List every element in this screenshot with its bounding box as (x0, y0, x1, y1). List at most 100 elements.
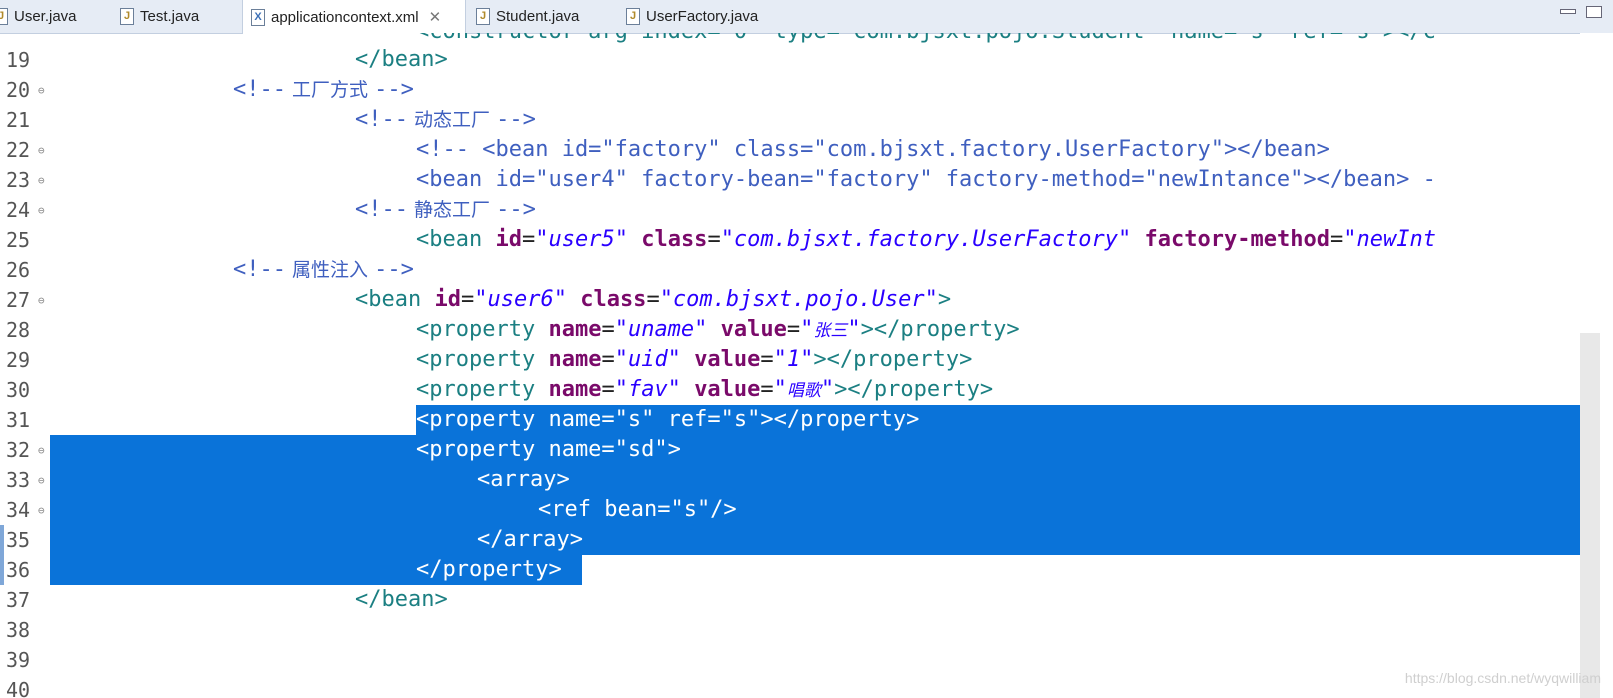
fold-icon[interactable]: ⊖ (38, 85, 45, 96)
code-line: 38 (0, 615, 1613, 645)
code-fragment: = (646, 287, 660, 312)
code-text: <array> (477, 465, 570, 495)
editor-tab-bar: J User.java J Test.java X applicationcon… (0, 0, 1613, 34)
line-number: 25 (6, 228, 31, 252)
code-fragment: </array> (477, 527, 583, 552)
code-text: <property name="s" ref="s"></property> (416, 405, 919, 435)
code-fragment: name (548, 377, 602, 402)
tab-userfactory-java[interactable]: J UserFactory.java (626, 0, 758, 33)
xml-file-icon: X (251, 8, 265, 26)
code-line: 40 (0, 675, 1613, 698)
fold-icon[interactable]: ⊖ (38, 505, 45, 516)
code-text: <!-- <bean id="factory" class="com.bjsxt… (416, 135, 1330, 165)
code-fragment: " (773, 377, 787, 402)
line-number: 19 (6, 48, 31, 72)
java-file-icon: J (120, 8, 134, 25)
code-fragment: "user5" (535, 227, 628, 252)
code-fragment: name (548, 317, 602, 342)
fold-icon[interactable]: ⊖ (38, 145, 45, 156)
code-line: 23 ⊖ <bean id="user4" factory-bean="fact… (0, 165, 1613, 195)
code-fragment: 静态工厂 (407, 199, 497, 221)
code-line: 25 <bean id="user5" class="com.bjsxt.fac… (0, 225, 1613, 255)
scrollbar-thumb[interactable] (1580, 333, 1600, 698)
code-fragment: <property (416, 377, 536, 402)
tab-label: UserFactory.java (646, 8, 759, 25)
line-number: 33 (6, 468, 31, 492)
change-marker (0, 555, 4, 585)
line-number: 26 (6, 258, 31, 282)
code-text: <bean id="user6" class="com.bjsxt.pojo.U… (355, 285, 951, 315)
code-fragment: "newInt (1343, 227, 1436, 252)
code-fragment: 张三 (813, 321, 848, 341)
code-text: <property name="uid" value="1"></propert… (416, 345, 972, 375)
minimize-icon[interactable] (1560, 9, 1576, 14)
code-fragment: --> (496, 107, 536, 132)
code-fragment: = (786, 317, 801, 342)
code-line: 21 <!-- 动态工厂 --> (0, 105, 1613, 135)
line-number: 40 (6, 678, 31, 698)
code-fragment: 工厂方式 (285, 79, 375, 101)
xml-editor[interactable]: <constructor-arg index="0" type="com.bjs… (0, 33, 1613, 698)
close-icon[interactable]: ✕ (429, 8, 442, 26)
tab-student-java[interactable]: J Student.java (476, 0, 579, 33)
line-number: 28 (6, 318, 31, 342)
fold-icon[interactable]: ⊖ (38, 205, 45, 216)
code-fragment: > (937, 287, 952, 312)
fold-icon[interactable]: ⊖ (38, 295, 45, 306)
line-number: 37 (6, 588, 31, 612)
line-number: 21 (6, 108, 31, 132)
code-fragment: = (707, 227, 721, 252)
line-number: 31 (6, 408, 31, 432)
line-number: 36 (6, 558, 31, 582)
code-text: </property> (416, 555, 562, 585)
code-fragment: ></property> (813, 347, 973, 372)
code-fragment: value (694, 377, 761, 402)
code-fragment: --> (496, 197, 536, 222)
code-fragment: " (847, 317, 861, 342)
java-file-icon: J (476, 8, 490, 25)
code-fragment: value (720, 317, 787, 342)
code-fragment: "com.bjsxt.factory.UserFactory" (720, 227, 1132, 252)
code-fragment: <array> (477, 467, 570, 492)
code-line: 20 ⊖ <!-- 工厂方式 --> (0, 75, 1613, 105)
code-text: <property name="uname" value="张三"></prop… (416, 315, 1020, 346)
code-fragment: </bean> (355, 587, 448, 612)
code-fragment: = (601, 347, 615, 372)
code-fragment: id (495, 227, 522, 252)
code-fragment: <property name="s" ref="s"></property> (416, 407, 920, 432)
code-fragment: <!-- (233, 77, 286, 102)
line-number: 20 (6, 78, 31, 102)
line-number: 34 (6, 498, 31, 522)
line-number: 35 (6, 528, 31, 552)
code-fragment: <!-- (355, 107, 408, 132)
code-line: 39 (0, 645, 1613, 675)
code-text: <bean id="user4" factory-bean="factory" … (416, 165, 1436, 195)
code-fragment: = (601, 377, 615, 402)
code-fragment: --> (374, 257, 414, 282)
line-number: 24 (6, 198, 31, 222)
code-fragment: ></property> (860, 317, 1020, 342)
line-number: 32 (6, 438, 31, 462)
fold-icon[interactable]: ⊖ (38, 475, 45, 486)
maximize-icon[interactable] (1586, 6, 1602, 18)
code-fragment: </bean> (355, 47, 448, 72)
window-controls (1560, 6, 1602, 18)
tab-label: Student.java (496, 8, 580, 25)
tab-label: Test.java (140, 8, 200, 25)
fold-icon[interactable]: ⊖ (38, 175, 45, 186)
java-file-icon: J (0, 8, 8, 25)
fold-icon[interactable]: ⊖ (38, 445, 45, 456)
code-fragment: <bean (355, 287, 422, 312)
code-text: <!-- 工厂方式 --> (233, 75, 414, 105)
code-fragment: = (1329, 227, 1344, 252)
tab-applicationcontext-xml[interactable]: X applicationcontext.xml ✕ (242, 0, 466, 34)
code-fragment: <ref bean="s"/> (538, 497, 737, 522)
tab-test-java[interactable]: J Test.java (120, 0, 199, 33)
code-fragment: " (800, 317, 814, 342)
code-fragment: <property (416, 347, 536, 372)
tab-label: applicationcontext.xml (271, 8, 419, 26)
code-fragment: 唱歌 (786, 381, 821, 401)
tab-user-java[interactable]: J User.java (0, 0, 77, 33)
code-fragment: --> (374, 77, 414, 102)
code-fragment: ></property> (834, 377, 994, 402)
